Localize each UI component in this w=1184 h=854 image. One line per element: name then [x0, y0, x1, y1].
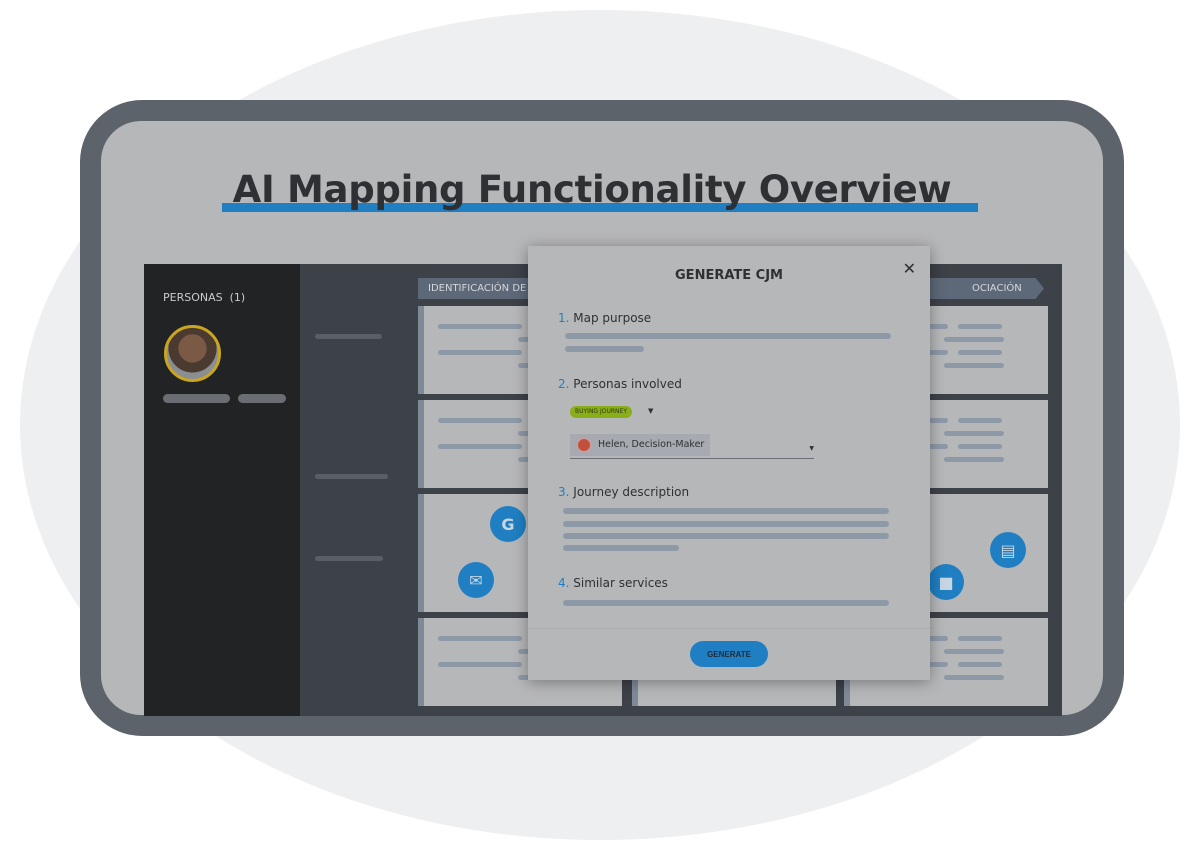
- chevron-down-icon[interactable]: ▼: [648, 407, 653, 415]
- placeholder-bar: [565, 346, 644, 352]
- question-personas: 2. Personas involved: [558, 377, 682, 391]
- personas-count: (1): [229, 291, 246, 304]
- modal-footer-divider: [528, 628, 930, 629]
- question-journey-description: 3. Journey description: [558, 485, 690, 499]
- personas-sidebar: PERSONAS (1): [144, 264, 300, 716]
- placeholder-bar: [958, 675, 1002, 680]
- placeholder-bar: [238, 394, 286, 403]
- placeholder-bar: [958, 431, 1002, 436]
- row-label-placeholder: [315, 334, 382, 339]
- placeholder-bar: [958, 444, 1002, 449]
- placeholder-bar: [958, 662, 1002, 667]
- placeholder-bar: [438, 444, 522, 449]
- placeholder-bar: [438, 662, 522, 667]
- placeholder-bar: [438, 350, 522, 355]
- close-icon[interactable]: ✕: [903, 259, 916, 278]
- journey-description-input[interactable]: [563, 508, 889, 514]
- stage-header: IDENTIFICACIÓN DE: [418, 278, 538, 299]
- persona-avatar[interactable]: [164, 325, 221, 382]
- generate-button[interactable]: GENERATE: [690, 641, 768, 667]
- placeholder-bar: [563, 545, 679, 551]
- page-title: AI Mapping Functionality Overview: [232, 168, 952, 211]
- placeholder-bar: [563, 521, 889, 527]
- placeholder-bar: [438, 324, 522, 329]
- personas-label: PERSONAS: [163, 291, 223, 304]
- row-label-placeholder: [315, 556, 383, 561]
- placeholder-bar: [438, 636, 522, 641]
- row-label-placeholder: [315, 474, 388, 479]
- placeholder-bar: [958, 457, 1002, 462]
- placeholder-bar: [958, 649, 1002, 654]
- question-map-purpose: 1. Map purpose: [558, 311, 652, 325]
- form-icon: ▤: [990, 532, 1026, 568]
- placeholder-bar: [958, 324, 1002, 329]
- placeholder-bar: [958, 350, 1002, 355]
- email-icon: ✉: [458, 562, 494, 598]
- persona-select[interactable]: Helen, Decision-Maker ▼: [570, 434, 814, 459]
- persona-avatar-icon: [577, 438, 591, 452]
- map-purpose-input[interactable]: [565, 333, 891, 339]
- similar-services-input[interactable]: [563, 600, 889, 606]
- video-icon: ■: [928, 564, 964, 600]
- generate-cjm-modal: GENERATE CJM ✕ 1. Map purpose 2. Persona…: [528, 246, 930, 680]
- modal-title: GENERATE CJM: [675, 268, 783, 283]
- placeholder-bar: [958, 363, 1002, 368]
- journey-tag[interactable]: BUYING JOURNEY: [570, 406, 632, 418]
- placeholder-bar: [163, 394, 230, 403]
- chevron-down-icon[interactable]: ▼: [809, 445, 814, 452]
- placeholder-bar: [563, 533, 889, 539]
- placeholder-bar: [958, 418, 1002, 423]
- question-similar-services: 4. Similar services: [558, 576, 668, 590]
- google-icon: G: [490, 506, 526, 542]
- persona-chip: Helen, Decision-Maker: [570, 434, 710, 456]
- placeholder-bar: [958, 636, 1002, 641]
- placeholder-bar: [438, 418, 522, 423]
- placeholder-bar: [958, 337, 1002, 342]
